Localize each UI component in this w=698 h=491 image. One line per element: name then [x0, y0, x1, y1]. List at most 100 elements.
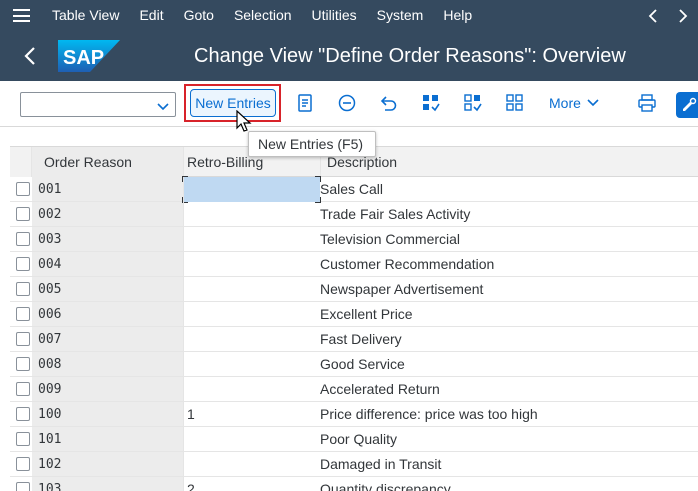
table-row[interactable]: 008 Good Service	[10, 352, 698, 377]
row-select-checkbox[interactable]	[16, 207, 30, 221]
order-reason-cell: 100	[38, 407, 62, 422]
row-select-checkbox[interactable]	[16, 332, 30, 346]
retro-billing-cell[interactable]	[183, 327, 320, 352]
table-row[interactable]: 004 Customer Recommendation	[10, 252, 698, 277]
order-reason-cell: 009	[38, 382, 62, 397]
more-button[interactable]: More	[549, 93, 599, 113]
row-select-checkbox[interactable]	[16, 282, 30, 296]
order-reasons-table: Order Reason Retro-Billing Description 0…	[10, 146, 698, 491]
details-icon[interactable]	[295, 93, 315, 113]
retro-billing-cell[interactable]	[183, 352, 320, 377]
sap-logo: SAP	[58, 40, 120, 72]
retro-billing-cell[interactable]	[183, 377, 320, 402]
table-row[interactable]: 001 Sales Call	[10, 176, 698, 203]
deselect-all-icon[interactable]	[505, 93, 525, 113]
customize-icon[interactable]	[676, 92, 698, 118]
table-row[interactable]: 101 Poor Quality	[10, 427, 698, 452]
chevron-down-icon[interactable]	[157, 99, 169, 115]
retro-billing-cell[interactable]	[183, 177, 320, 202]
title-bar: SAP Change View "Define Order Reasons": …	[0, 31, 698, 81]
table-row[interactable]: 009 Accelerated Return	[10, 377, 698, 402]
description-cell[interactable]: Poor Quality	[320, 427, 397, 452]
table-row[interactable]: 006 Excellent Price	[10, 302, 698, 327]
retro-billing-cell[interactable]	[183, 427, 320, 452]
print-icon[interactable]	[637, 93, 657, 113]
row-select-checkbox[interactable]	[16, 382, 30, 396]
menu-help[interactable]: Help	[433, 0, 482, 31]
column-header-order-reason[interactable]: Order Reason	[32, 147, 183, 177]
table-row[interactable]: 002 Trade Fair Sales Activity	[10, 202, 698, 227]
page-title: Change View "Define Order Reasons": Over…	[194, 45, 626, 67]
table-row[interactable]: 003 Television Commercial	[10, 227, 698, 252]
menu-edit[interactable]: Edit	[129, 0, 173, 31]
description-cell[interactable]: Excellent Price	[320, 302, 413, 327]
row-select-checkbox[interactable]	[16, 407, 30, 421]
hamburger-icon[interactable]	[0, 0, 42, 31]
order-reason-cell: 007	[38, 332, 62, 347]
delete-icon[interactable]	[337, 93, 357, 113]
retro-billing-cell[interactable]	[183, 452, 320, 477]
row-select-checkbox[interactable]	[16, 307, 30, 321]
table-row[interactable]: 103 2 Quantity discrepancy	[10, 477, 698, 491]
retro-billing-cell[interactable]	[183, 277, 320, 302]
select-block-icon[interactable]	[463, 93, 483, 113]
row-select-checkbox[interactable]	[16, 357, 30, 371]
chevron-left-icon[interactable]	[638, 0, 668, 31]
order-reason-cell: 002	[38, 207, 62, 222]
select-all-icon[interactable]	[421, 93, 441, 113]
menu-table-view[interactable]: Table View	[42, 0, 129, 31]
undo-icon[interactable]	[379, 93, 399, 113]
new-entries-button[interactable]: New Entries	[190, 89, 276, 117]
retro-billing-cell[interactable]	[183, 227, 320, 252]
mouse-cursor-icon	[236, 109, 252, 134]
order-reason-cell: 103	[38, 482, 62, 491]
description-cell[interactable]: Customer Recommendation	[320, 252, 494, 277]
row-select-checkbox[interactable]	[16, 182, 30, 196]
order-reason-cell: 008	[38, 357, 62, 372]
row-select-checkbox[interactable]	[16, 257, 30, 271]
description-cell[interactable]: Good Service	[320, 352, 405, 377]
row-select-checkbox[interactable]	[16, 432, 30, 446]
menu-system[interactable]: System	[367, 0, 434, 31]
svg-text:SAP: SAP	[63, 47, 104, 69]
description-cell[interactable]: Accelerated Return	[320, 377, 440, 402]
row-select-checkbox[interactable]	[16, 457, 30, 471]
description-cell[interactable]: Television Commercial	[320, 227, 460, 252]
order-reason-cell: 003	[38, 232, 62, 247]
chevron-down-icon	[587, 93, 599, 113]
command-field-dropdown[interactable]	[20, 92, 176, 117]
description-cell[interactable]: Quantity discrepancy	[320, 477, 451, 491]
order-reason-cell: 006	[38, 307, 62, 322]
chevron-right-icon[interactable]	[668, 0, 698, 31]
table-body: 001 Sales Call 002 Trade Fair Sales Activit…	[10, 176, 698, 491]
focus-bracket	[182, 176, 188, 182]
description-cell[interactable]: Damaged in Transit	[320, 452, 441, 477]
description-cell[interactable]: Sales Call	[320, 177, 383, 202]
table-row[interactable]: 102 Damaged in Transit	[10, 452, 698, 477]
retro-billing-cell[interactable]: 1	[183, 402, 320, 427]
description-cell[interactable]: Price difference: price was too high	[320, 402, 538, 427]
select-all-column[interactable]	[10, 147, 32, 177]
order-reason-cell: 005	[38, 282, 62, 297]
table-row[interactable]: 007 Fast Delivery	[10, 327, 698, 352]
menu-selection[interactable]: Selection	[224, 0, 302, 31]
description-cell[interactable]: Newspaper Advertisement	[320, 277, 483, 302]
description-cell[interactable]: Trade Fair Sales Activity	[320, 202, 470, 227]
back-icon[interactable]	[18, 44, 42, 68]
focus-bracket	[315, 176, 321, 182]
order-reason-cell: 001	[38, 182, 62, 197]
retro-billing-cell[interactable]	[183, 252, 320, 277]
table-row[interactable]: 100 1 Price difference: price was too high	[10, 402, 698, 427]
row-select-checkbox[interactable]	[16, 232, 30, 246]
menu-goto[interactable]: Goto	[174, 0, 224, 31]
description-cell[interactable]: Fast Delivery	[320, 327, 402, 352]
row-select-checkbox[interactable]	[16, 482, 30, 491]
menu-utilities[interactable]: Utilities	[302, 0, 367, 31]
toolbar: New Entries More	[0, 81, 698, 127]
retro-billing-cell[interactable]	[183, 202, 320, 227]
retro-billing-cell[interactable]	[183, 302, 320, 327]
order-reason-cell: 102	[38, 457, 62, 472]
retro-billing-cell[interactable]: 2	[183, 477, 320, 491]
menu-bar: Table View Edit Goto Selection Utilities…	[0, 0, 698, 31]
table-row[interactable]: 005 Newspaper Advertisement	[10, 277, 698, 302]
